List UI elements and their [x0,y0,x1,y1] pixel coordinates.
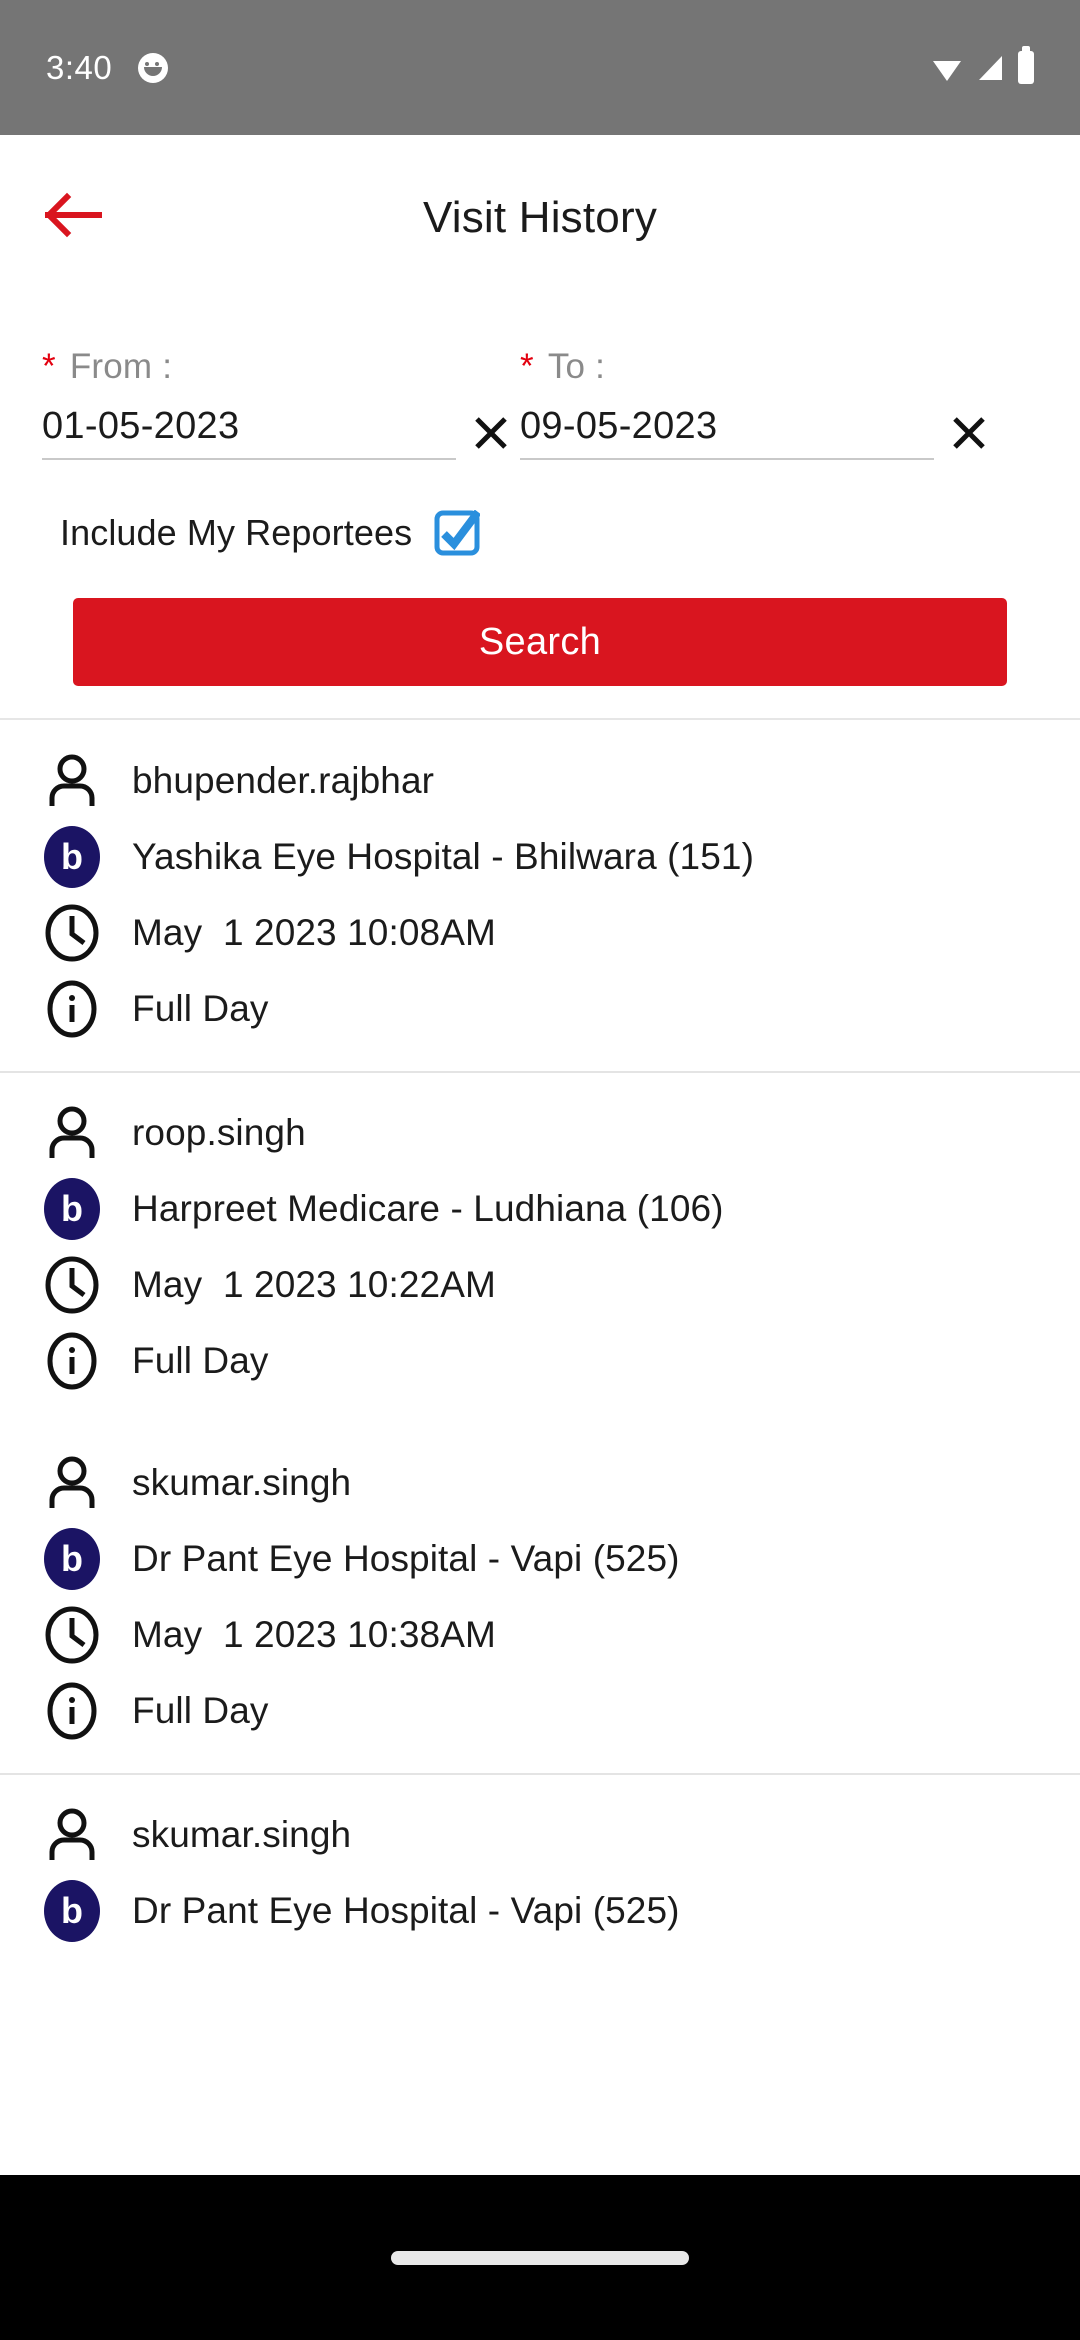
visit-user-row: bhupender.rajbhar [0,743,1080,819]
page-title: Visit History [422,192,658,242]
close-icon [471,413,511,458]
from-date-field: 01-05-2023 [42,405,520,460]
from-date-label: * From : [42,347,520,387]
back-arrow-icon [43,192,103,243]
clock-icon [38,899,106,967]
visit-record[interactable]: skumar.singh b Dr Pant Eye Hospital - Va… [0,1775,1080,1973]
visit-duration-row: Full Day [0,1323,1080,1399]
from-date-clear-button[interactable] [462,406,520,464]
home-indicator[interactable] [391,2250,689,2265]
cellular-signal-icon [976,54,1004,82]
visit-user-name: bhupender.rajbhar [132,760,435,801]
visit-account-row: b Yashika Eye Hospital - Bhilwara (151) [0,819,1080,895]
person-icon [38,1099,106,1167]
search-filter-panel: * From : 01-05-2023 * To : 09-05-2023 In… [0,300,1080,686]
visit-history-list[interactable]: bhupender.rajbhar b Yashika Eye Hospital… [0,721,1080,2175]
visit-time-row: May 1 2023 10:38AM [0,1597,1080,1673]
visit-time-row: May 1 2023 10:22AM [0,1247,1080,1323]
close-icon [949,413,989,458]
visit-timestamp: May 1 2023 10:08AM [132,912,496,953]
visit-record[interactable]: bhupender.rajbhar b Yashika Eye Hospital… [0,721,1080,1073]
wifi-icon [932,54,962,82]
visit-account-row: b Dr Pant Eye Hospital - Vapi (525) [0,1521,1080,1597]
filter-divider [0,718,1080,720]
visit-user-row: skumar.singh [0,1445,1080,1521]
clock-icon [38,1251,106,1319]
from-label-text: From : [69,347,173,386]
back-button[interactable] [38,183,108,253]
include-reportees-checkbox[interactable] [434,510,481,556]
to-date-label: * To : [520,347,998,387]
battery-full-icon [1018,46,1034,84]
required-asterisk: * [520,347,534,386]
visit-timestamp: May 1 2023 10:38AM [132,1614,496,1655]
info-icon [38,975,106,1043]
to-date-field: 09-05-2023 [520,405,998,460]
search-button[interactable]: Search [73,598,1007,686]
date-range-row: * From : 01-05-2023 * To : 09-05-2023 [42,300,1038,460]
to-date-group: * To : 09-05-2023 [520,347,998,460]
visit-timestamp: May 1 2023 10:22AM [132,1264,496,1305]
visit-duration: Full Day [132,988,269,1029]
visit-account-row: b Harpreet Medicare - Ludhiana (106) [0,1171,1080,1247]
visit-time-row: May 1 2023 10:08AM [0,895,1080,971]
include-reportees-row[interactable]: Include My Reportees [42,510,1038,556]
visit-account-name: Dr Pant Eye Hospital - Vapi (525) [132,1538,680,1579]
include-reportees-label: Include My Reportees [60,512,413,553]
visit-record[interactable]: skumar.singh b Dr Pant Eye Hospital - Va… [0,1423,1080,1775]
system-navigation-bar [0,2175,1080,2340]
app-bar: Visit History [0,135,1080,300]
to-date-clear-button[interactable] [940,406,998,464]
app-notification-icon [138,52,169,83]
visit-duration-row: Full Day [0,1673,1080,1749]
info-icon [38,1327,106,1395]
visit-record[interactable]: roop.singh b Harpreet Medicare - Ludhian… [0,1073,1080,1423]
visit-account-name: Harpreet Medicare - Ludhiana (106) [132,1188,724,1229]
visit-account-row: b Dr Pant Eye Hospital - Vapi (525) [0,1873,1080,1949]
account-badge-icon: b [38,1175,106,1243]
visit-user-row: roop.singh [0,1095,1080,1171]
visit-account-name: Dr Pant Eye Hospital - Vapi (525) [132,1890,680,1931]
visit-user-row: skumar.singh [0,1797,1080,1873]
from-date-group: * From : 01-05-2023 [42,347,520,460]
visit-duration-row: Full Day [0,971,1080,1047]
status-bar: 3:40 [0,0,1080,135]
visit-account-name: Yashika Eye Hospital - Bhilwara (151) [132,836,755,877]
person-icon [38,1449,106,1517]
visit-duration: Full Day [132,1340,269,1381]
to-date-input[interactable]: 09-05-2023 [520,405,934,460]
visit-duration: Full Day [132,1690,269,1731]
clock-icon [38,1601,106,1669]
visit-user-name: skumar.singh [132,1462,352,1503]
required-asterisk: * [42,347,56,386]
to-label-text: To : [547,347,606,386]
account-badge-icon: b [38,1877,106,1945]
visit-user-name: skumar.singh [132,1814,352,1855]
account-badge-icon: b [38,1525,106,1593]
person-icon [38,747,106,815]
visit-user-name: roop.singh [132,1112,306,1153]
status-bar-indicators [932,46,1034,84]
account-badge-icon: b [38,823,106,891]
person-icon [38,1801,106,1869]
info-icon [38,1677,106,1745]
status-bar-clock: 3:40 [46,49,113,86]
from-date-input[interactable]: 01-05-2023 [42,405,456,460]
